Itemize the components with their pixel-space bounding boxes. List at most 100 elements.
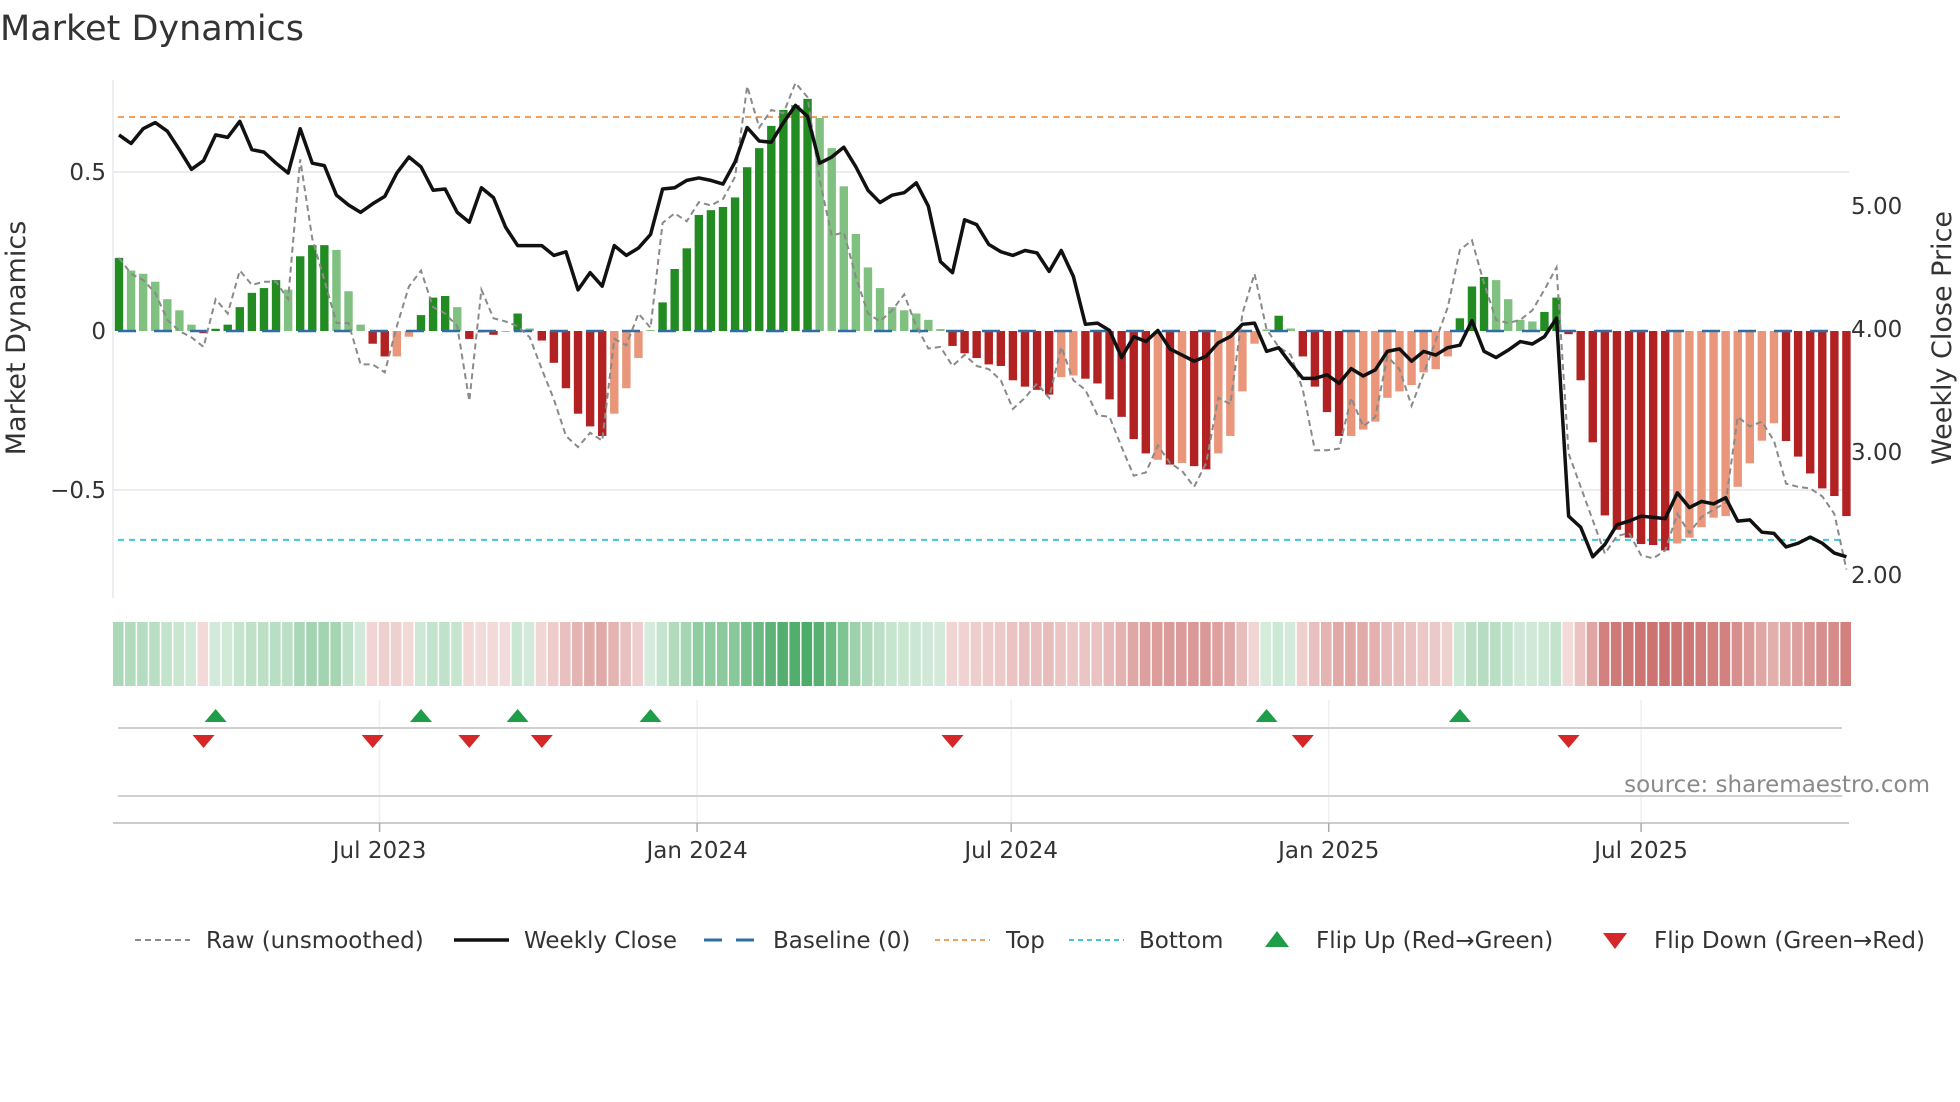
dynamics-bar bbox=[742, 167, 752, 331]
dynamics-bar bbox=[1648, 331, 1658, 546]
dynamics-bar bbox=[1733, 331, 1742, 487]
source-note: source: sharemaestro.com bbox=[1624, 772, 1930, 798]
y2-tick-label: 4.00 bbox=[1851, 317, 1902, 343]
heat-cell bbox=[185, 622, 197, 686]
heat-cell bbox=[378, 622, 390, 686]
heat-cell bbox=[1490, 622, 1501, 686]
heat-cell bbox=[874, 622, 885, 686]
heat-cell bbox=[1369, 622, 1380, 686]
heat-cell bbox=[402, 622, 414, 686]
heat-cell bbox=[1212, 622, 1223, 686]
y2-tick-label: 2.00 bbox=[1851, 563, 1902, 589]
main-panel bbox=[113, 81, 1851, 570]
heat-cell bbox=[1635, 622, 1646, 686]
dynamics-bar bbox=[1455, 318, 1465, 331]
heat-cell bbox=[1006, 622, 1018, 686]
heat-cell bbox=[1429, 622, 1441, 686]
dynamics-bar bbox=[126, 270, 136, 331]
dynamics-bar bbox=[1528, 321, 1537, 331]
heat-cell bbox=[1586, 622, 1598, 686]
dynamics-bar bbox=[1443, 331, 1452, 357]
y-tick-label: 0.5 bbox=[69, 160, 106, 186]
dynamics-bar bbox=[936, 329, 945, 331]
dynamics-bar bbox=[1588, 331, 1597, 443]
dynamics-bar bbox=[598, 331, 607, 436]
dynamics-bar bbox=[1214, 331, 1223, 454]
heat-cell bbox=[680, 622, 692, 686]
heat-cell bbox=[511, 622, 523, 686]
dynamics-bar bbox=[573, 331, 583, 414]
heat-cell bbox=[1018, 622, 1030, 686]
dynamics-bar bbox=[296, 256, 305, 331]
dynamics-bar bbox=[138, 273, 148, 331]
heat-cell bbox=[1284, 622, 1296, 686]
heat-cell bbox=[137, 622, 148, 686]
dynamics-bar bbox=[730, 197, 740, 331]
heat-cell bbox=[1478, 622, 1489, 686]
heat-cell bbox=[475, 622, 486, 686]
heat-cell bbox=[1453, 622, 1465, 686]
heat-cell bbox=[1647, 622, 1658, 686]
heat-cell bbox=[318, 622, 329, 686]
dynamics-bar bbox=[1141, 331, 1150, 454]
heat-cell bbox=[463, 622, 474, 686]
dynamics-bar bbox=[646, 330, 655, 331]
dynamics-bar bbox=[694, 214, 704, 331]
heat-cell bbox=[366, 622, 378, 686]
heat-cell bbox=[644, 622, 656, 686]
heat-cell bbox=[125, 622, 136, 686]
heat-cell bbox=[1417, 622, 1429, 686]
heat-cell bbox=[777, 622, 788, 686]
heat-cell bbox=[934, 622, 945, 686]
x-tick-label: Jul 2023 bbox=[331, 838, 427, 864]
dynamics-bar bbox=[1395, 331, 1404, 392]
dynamics-bar bbox=[1020, 331, 1030, 387]
heat-cell bbox=[173, 622, 184, 686]
dynamics-bar bbox=[682, 248, 691, 331]
flip-up-marker bbox=[1255, 709, 1278, 722]
x-tick-label: Jul 2024 bbox=[962, 838, 1058, 864]
flip-down-marker bbox=[458, 735, 481, 748]
heat-cell bbox=[1816, 622, 1827, 686]
dynamics-bar bbox=[114, 257, 124, 331]
dynamics-bar bbox=[1745, 331, 1754, 464]
heat-cell bbox=[535, 622, 547, 686]
dynamics-bar bbox=[851, 234, 861, 331]
heat-cell bbox=[559, 622, 571, 686]
flip-down-marker bbox=[941, 735, 964, 748]
heat-cell bbox=[306, 622, 317, 686]
heat-cell bbox=[922, 622, 933, 686]
heat-cell bbox=[1345, 622, 1356, 686]
x-tick-label: Jan 2025 bbox=[1276, 838, 1379, 864]
dynamics-bar bbox=[1032, 331, 1042, 390]
dynamics-bar bbox=[585, 331, 595, 427]
heat-cell bbox=[584, 622, 595, 686]
heat-cell bbox=[1731, 622, 1743, 686]
dynamics-bar bbox=[984, 331, 993, 365]
heat-cell bbox=[197, 622, 209, 686]
dynamics-bar bbox=[235, 307, 244, 331]
dynamics-bar bbox=[1842, 331, 1851, 517]
heat-cell bbox=[1598, 622, 1610, 686]
heat-cell bbox=[1755, 622, 1767, 686]
heat-cell bbox=[1574, 622, 1586, 686]
dynamics-bar bbox=[1177, 331, 1187, 463]
dynamics-bar bbox=[1298, 331, 1308, 357]
heat-cell bbox=[1176, 622, 1187, 686]
dynamics-bar bbox=[658, 302, 667, 331]
dynamics-bar bbox=[948, 331, 957, 346]
heat-cell bbox=[523, 622, 535, 686]
heat-cell bbox=[1550, 622, 1562, 686]
dynamics-bar bbox=[1697, 331, 1706, 528]
heat-cell bbox=[1236, 622, 1247, 686]
heat-cell bbox=[596, 622, 607, 686]
dynamics-bar bbox=[1262, 329, 1271, 331]
flip-down-marker bbox=[192, 735, 215, 748]
dynamics-bar bbox=[501, 331, 510, 332]
dynamics-bar bbox=[537, 331, 546, 341]
heat-cell bbox=[1562, 622, 1574, 686]
dynamics-bar bbox=[1624, 331, 1634, 538]
dynamics-bar bbox=[1504, 299, 1513, 331]
heat-cell bbox=[1224, 622, 1235, 686]
dynamics-bar bbox=[1612, 331, 1622, 530]
